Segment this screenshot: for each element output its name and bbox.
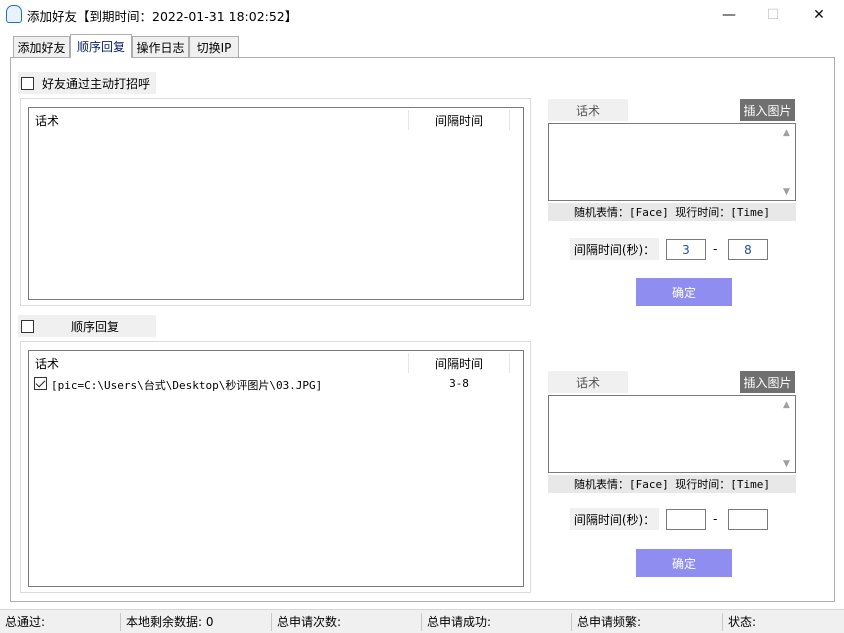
greeting-list[interactable]: 话术 间隔时间 [28,107,524,300]
insert-image-button-2[interactable]: 插入图片 [740,371,795,393]
placeholder-hint-2: 随机表情：[Face] 现行时间：[Time] [548,475,796,493]
interval-label-2: 间隔时间(秒)： [570,508,659,530]
greeting-group: 话术 间隔时间 [20,98,531,306]
status-divider [271,613,272,631]
confirm-button-2[interactable]: 确定 [636,549,732,577]
sequential-checkbox[interactable] [21,319,34,333]
status-local-remaining: 本地剩余数据: 0 [126,615,214,629]
scroll-down-icon[interactable]: ▼ [778,183,795,200]
textarea-scrollbar[interactable]: ▲ ▼ [778,124,795,200]
status-divider [722,613,723,631]
minimize-button[interactable]: — [706,0,752,30]
status-divider [571,613,572,631]
sequential-group: 话术 间隔时间 [pic=C:\Users\台式\Desktop\秒评图片\03… [20,341,531,593]
list-header: 话术 间隔时间 [29,351,523,375]
row-interval: 3-8 [449,377,469,390]
interval-min-input-2[interactable] [666,509,706,530]
status-state: 状态: [728,615,757,629]
column-header-interval[interactable]: 间隔时间 [409,108,509,132]
script-textarea-2[interactable]: ▲ ▼ [548,395,796,473]
tab-sequential-reply[interactable]: 顺序回复 [70,34,132,58]
close-button[interactable]: ✕ [796,0,842,30]
maximize-button: ☐ [766,7,780,23]
script-textarea-1[interactable]: ▲ ▼ [548,123,796,201]
interval-min-input-1[interactable]: 3 [666,239,706,260]
column-header-script[interactable]: 话术 [35,108,59,132]
status-total-frequent: 总申请频繁: [577,615,642,629]
tab-switch-ip[interactable]: 切换IP [189,36,239,57]
status-divider [421,613,422,631]
insert-image-button-1[interactable]: 插入图片 [740,99,795,121]
app-penguin-icon [6,5,22,23]
sequential-checkbox-row[interactable]: 顺序回复 [18,315,156,337]
table-row[interactable]: [pic=C:\Users\台式\Desktop\秒评图片\03.JPG] 3-… [29,375,523,393]
sequential-checkbox-label: 顺序回复 [71,319,120,334]
column-header-interval[interactable]: 间隔时间 [409,351,509,375]
tab-operation-log[interactable]: 操作日志 [132,36,189,57]
greeting-checkbox-label: 好友通过主动打招呼 [42,76,151,91]
column-divider[interactable] [509,110,510,130]
scroll-up-icon[interactable]: ▲ [778,396,795,413]
script-label-1: 话术 [548,99,628,121]
interval-dash-1: - [713,242,718,256]
status-divider [120,613,121,631]
scroll-down-icon[interactable]: ▼ [778,455,795,472]
textarea-scrollbar[interactable]: ▲ ▼ [778,396,795,472]
row-script-text: [pic=C:\Users\台式\Desktop\秒评图片\03.JPG] [51,379,323,392]
status-total-requests: 总申请次数: [277,615,342,629]
script-label-2: 话术 [548,371,628,393]
column-header-script[interactable]: 话术 [35,351,59,375]
interval-max-input-2[interactable] [728,509,768,530]
sequential-list[interactable]: 话术 间隔时间 [pic=C:\Users\台式\Desktop\秒评图片\03… [28,350,524,587]
placeholder-hint-1: 随机表情：[Face] 现行时间：[Time] [548,203,796,221]
row-checkbox[interactable] [34,377,47,390]
list-header: 话术 间隔时间 [29,108,523,132]
status-total-success: 总申请成功: [427,615,492,629]
status-bar: 总通过: 本地剩余数据: 0 总申请次数: 总申请成功: 总申请频繁: 状态: [0,609,844,633]
scroll-up-icon[interactable]: ▲ [778,124,795,141]
interval-max-input-1[interactable]: 8 [728,239,768,260]
tab-panel: 好友通过主动打招呼 话术 间隔时间 话术 插入图片 ▲ ▼ 随机表情：[Face… [10,57,835,602]
confirm-button-1[interactable]: 确定 [636,278,732,306]
window-title: 添加好友【到期时间：2022-01-31 18:02:52】 [27,9,298,24]
interval-label-1: 间隔时间(秒)： [570,238,659,260]
column-divider[interactable] [509,353,510,373]
greeting-checkbox-row[interactable]: 好友通过主动打招呼 [18,72,156,94]
title-bar: 添加好友【到期时间：2022-01-31 18:02:52】 — ☐ ✕ [0,0,844,30]
greeting-checkbox[interactable] [21,76,34,90]
tab-add-friend[interactable]: 添加好友 [13,36,70,57]
status-total-passed: 总通过: [5,615,46,629]
interval-dash-2: - [713,512,718,526]
